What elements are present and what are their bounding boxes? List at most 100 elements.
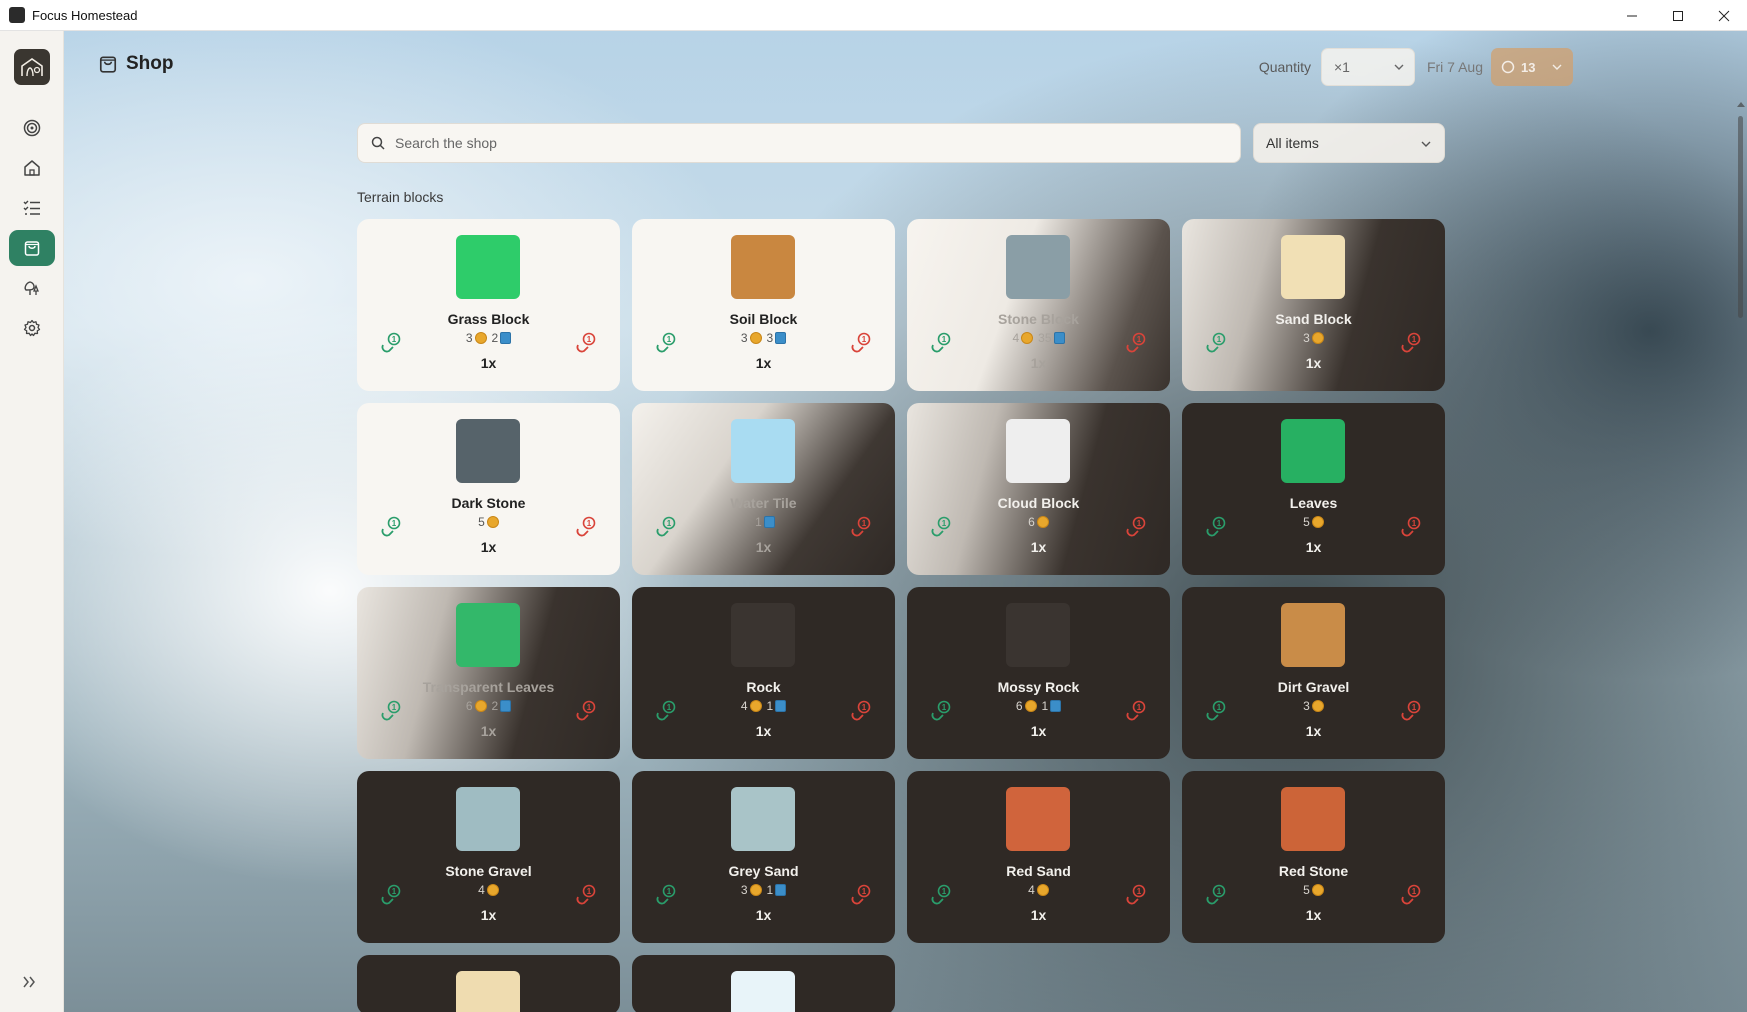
- sidebar-item-shop[interactable]: [9, 230, 55, 266]
- window-controls: [1609, 0, 1747, 31]
- coin-icon: [1501, 60, 1515, 74]
- shop-item-card[interactable]: Cloud Block 6 1x 1 1: [907, 403, 1170, 575]
- shop-item-card[interactable]: Water Tile 1 1x 1 1: [632, 403, 895, 575]
- section-heading: Terrain blocks: [357, 189, 444, 205]
- sidebar-item-focus[interactable]: [9, 110, 55, 146]
- decrease-quantity-icon[interactable]: 1: [929, 883, 953, 907]
- increase-quantity-icon[interactable]: 1: [574, 515, 598, 539]
- increase-quantity-icon[interactable]: 1: [1399, 699, 1423, 723]
- sidebar-item-tasks[interactable]: [9, 190, 55, 226]
- increase-quantity-icon[interactable]: 1: [1124, 515, 1148, 539]
- item-name: Red Stone: [1278, 863, 1349, 879]
- shop-item-card[interactable]: [632, 955, 895, 1012]
- coin-cost: 4: [1028, 883, 1035, 897]
- increase-quantity-icon[interactable]: 1: [849, 883, 873, 907]
- svg-text:1: 1: [1137, 703, 1142, 712]
- decrease-quantity-icon[interactable]: 1: [654, 883, 678, 907]
- item-quantity: 1x: [480, 907, 497, 923]
- material-icon: [1050, 700, 1062, 712]
- decrease-quantity-icon[interactable]: 1: [929, 699, 953, 723]
- search-input[interactable]: Search the shop: [357, 123, 1241, 163]
- decrease-quantity-icon[interactable]: 1: [379, 515, 403, 539]
- item-quantity: 1x: [1305, 355, 1322, 371]
- decrease-quantity-icon[interactable]: 1: [1204, 699, 1228, 723]
- decrease-quantity-icon[interactable]: 1: [654, 699, 678, 723]
- material-cost: 1: [766, 883, 774, 897]
- decrease-quantity-icon[interactable]: 1: [1204, 515, 1228, 539]
- increase-quantity-icon[interactable]: 1: [1399, 331, 1423, 355]
- increase-quantity-icon[interactable]: 1: [1399, 883, 1423, 907]
- shop-item-card[interactable]: Leaves 5 1x 1 1: [1182, 403, 1445, 575]
- shop-item-card[interactable]: Mossy Rock 6 1 1x 1 1: [907, 587, 1170, 759]
- maximize-button[interactable]: [1655, 0, 1701, 31]
- decrease-quantity-icon[interactable]: 1: [929, 515, 953, 539]
- svg-text:1: 1: [1217, 335, 1222, 344]
- shopping-bag-icon: [24, 241, 40, 256]
- increase-quantity-icon[interactable]: 1: [849, 515, 873, 539]
- increase-quantity-icon[interactable]: 1: [849, 699, 873, 723]
- decrease-quantity-icon[interactable]: 1: [929, 331, 953, 355]
- minimize-button[interactable]: [1609, 0, 1655, 31]
- expand-sidebar-icon[interactable]: [22, 974, 42, 994]
- increase-quantity-icon[interactable]: 1: [574, 331, 598, 355]
- increase-quantity-icon[interactable]: 1: [1124, 331, 1148, 355]
- scrollbar[interactable]: [1737, 102, 1745, 998]
- increase-quantity-icon[interactable]: 1: [1124, 883, 1148, 907]
- shop-item-card[interactable]: Soil Block 3 3 1x 1 1: [632, 219, 895, 391]
- close-window-button[interactable]: [1701, 0, 1747, 31]
- sidebar-item-garden[interactable]: [9, 270, 55, 306]
- item-name: Soil Block: [729, 311, 798, 327]
- item-quantity: 1x: [755, 907, 772, 923]
- svg-text:1: 1: [587, 887, 592, 896]
- shop-item-card[interactable]: Dirt Gravel 3 1x 1 1: [1182, 587, 1445, 759]
- item-name: Cloud Block: [997, 495, 1080, 511]
- app-logo[interactable]: [14, 49, 50, 85]
- material-icon: [763, 516, 775, 528]
- item-thumbnail: [1281, 235, 1345, 299]
- shop-item-card[interactable]: Dark Stone 5 1x 1 1: [357, 403, 620, 575]
- decrease-quantity-icon[interactable]: 1: [1204, 883, 1228, 907]
- shop-item-card[interactable]: Grass Block 3 2 1x 1 1: [357, 219, 620, 391]
- search-placeholder: Search the shop: [395, 135, 497, 151]
- material-icon: [500, 700, 512, 712]
- scroll-thumb[interactable]: [1738, 116, 1743, 318]
- increase-quantity-icon[interactable]: 1: [574, 883, 598, 907]
- shop-item-card[interactable]: Transparent Leaves 6 2 1x 1 1: [357, 587, 620, 759]
- shop-item-card[interactable]: Red Stone 5 1x 1 1: [1182, 771, 1445, 943]
- item-name: Grass Block: [447, 311, 530, 327]
- shop-item-card[interactable]: Rock 4 1 1x 1 1: [632, 587, 895, 759]
- shop-item-card[interactable]: Grey Sand 3 1 1x 1 1: [632, 771, 895, 943]
- sidebar-item-settings[interactable]: [9, 310, 55, 346]
- shop-item-card[interactable]: Red Sand 4 1x 1 1: [907, 771, 1170, 943]
- increase-quantity-icon[interactable]: 1: [849, 331, 873, 355]
- increase-quantity-icon[interactable]: 1: [1399, 515, 1423, 539]
- decrease-quantity-icon[interactable]: 1: [1204, 331, 1228, 355]
- shop-item-card[interactable]: Stone Block 4 35 1x 1 1: [907, 219, 1170, 391]
- decrease-quantity-icon[interactable]: 1: [654, 515, 678, 539]
- decrease-quantity-icon[interactable]: 1: [379, 331, 403, 355]
- shop-item-card[interactable]: Sand Block 3 1x 1 1: [1182, 219, 1445, 391]
- item-quantity: 1x: [480, 355, 497, 371]
- svg-text:1: 1: [942, 519, 947, 528]
- item-quantity: 1x: [480, 723, 497, 739]
- decrease-quantity-icon[interactable]: 1: [379, 883, 403, 907]
- material-cost: 2: [491, 331, 499, 345]
- svg-text:1: 1: [862, 887, 867, 896]
- increase-quantity-icon[interactable]: 1: [1124, 699, 1148, 723]
- shopping-bag-icon: [99, 56, 117, 73]
- item-name: Sand Block: [1275, 311, 1352, 327]
- chevron-down-icon: [1421, 141, 1431, 147]
- coin-balance-dropdown[interactable]: 13: [1491, 48, 1573, 86]
- quantity-select[interactable]: ×1: [1320, 48, 1415, 86]
- increase-quantity-icon[interactable]: 1: [574, 699, 598, 723]
- decrease-quantity-icon[interactable]: 1: [379, 699, 403, 723]
- sidebar-item-home[interactable]: [9, 150, 55, 186]
- item-quantity: 1x: [1030, 539, 1047, 555]
- decrease-quantity-icon[interactable]: 1: [654, 331, 678, 355]
- shop-item-card[interactable]: Stone Gravel 4 1x 1 1: [357, 771, 620, 943]
- item-thumbnail: [731, 419, 795, 483]
- category-filter-select[interactable]: All items: [1253, 123, 1445, 163]
- shop-item-card[interactable]: [357, 955, 620, 1012]
- svg-text:1: 1: [1137, 519, 1142, 528]
- scroll-up-arrow[interactable]: [1737, 102, 1745, 107]
